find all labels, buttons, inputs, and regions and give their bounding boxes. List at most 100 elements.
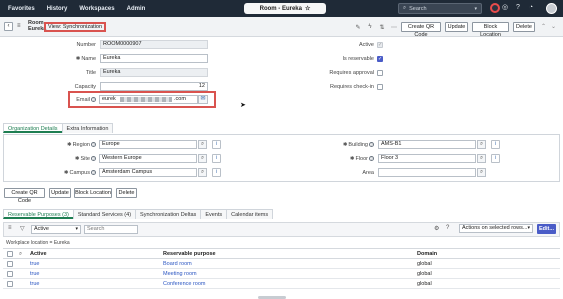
table-row: true Conference room global — [3, 279, 560, 289]
building-field[interactable]: AMS-B1 — [378, 140, 476, 149]
search-icon[interactable]: ⌕ — [198, 168, 207, 177]
select-all-checkbox[interactable] — [7, 251, 13, 257]
update-button[interactable]: Update — [445, 22, 468, 32]
floor-field[interactable]: Floor 3 — [378, 154, 476, 163]
more-icon[interactable]: ⋯ — [388, 24, 400, 31]
tab-extra-information[interactable]: Extra Information — [61, 123, 114, 133]
update-button-bottom[interactable]: Update — [49, 188, 71, 198]
create-qr-code-button[interactable]: Create QR Code — [401, 22, 441, 38]
help-icon[interactable]: ? — [91, 97, 96, 102]
row-purpose[interactable]: Board room — [163, 261, 192, 267]
region-field[interactable]: Europe — [99, 140, 197, 149]
menu-icon[interactable]: ≡ — [17, 23, 21, 29]
tab-standard-services[interactable]: Standard Services (4) — [72, 209, 137, 219]
delete-button-bottom[interactable]: Delete — [116, 188, 137, 198]
attachment-icon[interactable]: ✎ — [352, 24, 364, 31]
next-record-icon[interactable]: ⌄ — [551, 23, 556, 30]
info-icon[interactable]: i — [491, 154, 500, 163]
row-active[interactable]: true — [30, 261, 39, 267]
nav-admin[interactable]: Admin — [127, 6, 146, 12]
list-field-select[interactable]: Active ▾ — [31, 225, 81, 234]
cursor-icon: ➤ — [240, 102, 246, 109]
help-icon[interactable]: ? — [369, 142, 374, 147]
envelope-icon[interactable]: ✉ — [198, 95, 208, 104]
prev-record-icon[interactable]: ⌃ — [541, 23, 546, 30]
row-checkbox[interactable] — [7, 271, 13, 277]
top-navigation-bar: Favorites History Workspaces Admin Room … — [0, 0, 563, 17]
area-field[interactable] — [378, 168, 476, 177]
delete-button[interactable]: Delete — [513, 22, 535, 32]
site-field[interactable]: Western Europe — [99, 154, 197, 163]
info-icon[interactable]: i — [212, 168, 221, 177]
nav-history[interactable]: History — [47, 6, 68, 12]
chevron-down-icon[interactable]: ▾ — [474, 6, 477, 12]
list-search-input[interactable]: Search — [84, 225, 138, 234]
create-qr-code-button-bottom[interactable]: Create QR Code — [4, 188, 45, 204]
column-active[interactable]: Active — [30, 251, 47, 257]
requires-approval-label: Requires approval — [329, 70, 374, 76]
info-icon[interactable]: i — [212, 140, 221, 149]
section-tabs: Organization Details Extra Information — [3, 123, 114, 133]
record-title-pill[interactable]: Room - Eureka ☆ — [244, 3, 326, 14]
block-location-button[interactable]: Block Location — [472, 22, 509, 38]
star-icon[interactable]: ☆ — [305, 5, 310, 12]
help-icon[interactable]: ? — [91, 170, 96, 175]
back-button[interactable]: ‹ — [4, 22, 13, 31]
tab-calendar-items[interactable]: Calendar items — [226, 209, 274, 219]
search-icon[interactable]: ⌕ — [477, 154, 486, 163]
column-reservable-purpose[interactable]: Reservable purpose — [163, 251, 216, 257]
building-label: ✱Building? — [342, 142, 374, 148]
bell-icon[interactable]: ◔ — [526, 3, 536, 13]
help-icon[interactable]: ? — [513, 3, 523, 13]
active-checkbox[interactable]: ✓ — [377, 42, 383, 48]
block-location-button-bottom[interactable]: Block Location — [74, 188, 112, 198]
settings-icon[interactable]: ⚙ — [434, 225, 439, 232]
row-active[interactable]: true — [30, 281, 39, 287]
tab-reservable-purposes[interactable]: Reservable Purposes (3) — [3, 209, 74, 219]
top-icons: ◎ ? ◔ — [490, 3, 539, 13]
number-field: ROOM0000907 — [100, 40, 208, 49]
search-icon[interactable]: ⌕ — [477, 168, 486, 177]
search-icon[interactable]: ⌕ — [477, 140, 486, 149]
info-icon[interactable]: i — [212, 154, 221, 163]
row-purpose[interactable]: Conference room — [163, 281, 206, 287]
campus-field[interactable]: Amsterdam Campus — [99, 168, 197, 177]
row-active[interactable]: true — [30, 271, 39, 277]
name-field[interactable]: Eureka — [100, 54, 208, 63]
is-reservable-checkbox[interactable]: ✓ — [377, 56, 383, 62]
nav-favorites[interactable]: Favorites — [8, 6, 35, 12]
breadcrumb[interactable]: Workplace location = Eureka — [6, 240, 70, 246]
help-icon[interactable]: ? — [91, 142, 96, 147]
tab-organization-details[interactable]: Organization Details — [3, 123, 63, 133]
column-domain[interactable]: Domain — [417, 251, 437, 257]
edit-button[interactable]: Edit... — [537, 224, 556, 234]
filter-icon[interactable]: ▽ — [20, 225, 25, 232]
search-icon[interactable]: ⌕ — [198, 154, 207, 163]
list-menu-icon[interactable]: ≡ — [8, 225, 12, 231]
record-title: Room - Eureka — [259, 5, 302, 12]
chat-icon[interactable]: ◎ — [500, 3, 510, 13]
requires-approval-checkbox[interactable] — [377, 70, 383, 76]
tab-synchronization-deltas[interactable]: Synchronization Deltas — [135, 209, 202, 219]
help-icon[interactable]: ? — [446, 225, 449, 231]
actions-select[interactable]: Actions on selected rows... ▾ — [459, 224, 533, 233]
help-icon[interactable]: ? — [369, 156, 374, 161]
scope-indicator-icon[interactable] — [490, 3, 500, 13]
tab-events[interactable]: Events — [200, 209, 228, 219]
requires-checkin-checkbox[interactable] — [377, 84, 383, 90]
view-label[interactable]: View: Synchronization — [44, 22, 106, 32]
row-checkbox[interactable] — [7, 281, 13, 287]
search-icon[interactable]: ⌕ — [198, 140, 207, 149]
capacity-field[interactable]: 12 — [100, 82, 208, 91]
row-purpose[interactable]: Meeting room — [163, 271, 197, 277]
activity-icon[interactable]: ϟ — [364, 24, 376, 31]
site-label-text: Site — [80, 156, 90, 162]
avatar[interactable] — [546, 3, 557, 14]
nav-workspaces[interactable]: Workspaces — [79, 6, 114, 12]
info-icon[interactable]: i — [491, 140, 500, 149]
settings-icon[interactable]: ⇅ — [376, 24, 388, 31]
help-icon[interactable]: ? — [91, 156, 96, 161]
global-search[interactable]: ⌕ Search ▾ — [398, 3, 482, 14]
row-checkbox[interactable] — [7, 261, 13, 267]
search-icon[interactable]: ⌕ — [19, 251, 22, 258]
